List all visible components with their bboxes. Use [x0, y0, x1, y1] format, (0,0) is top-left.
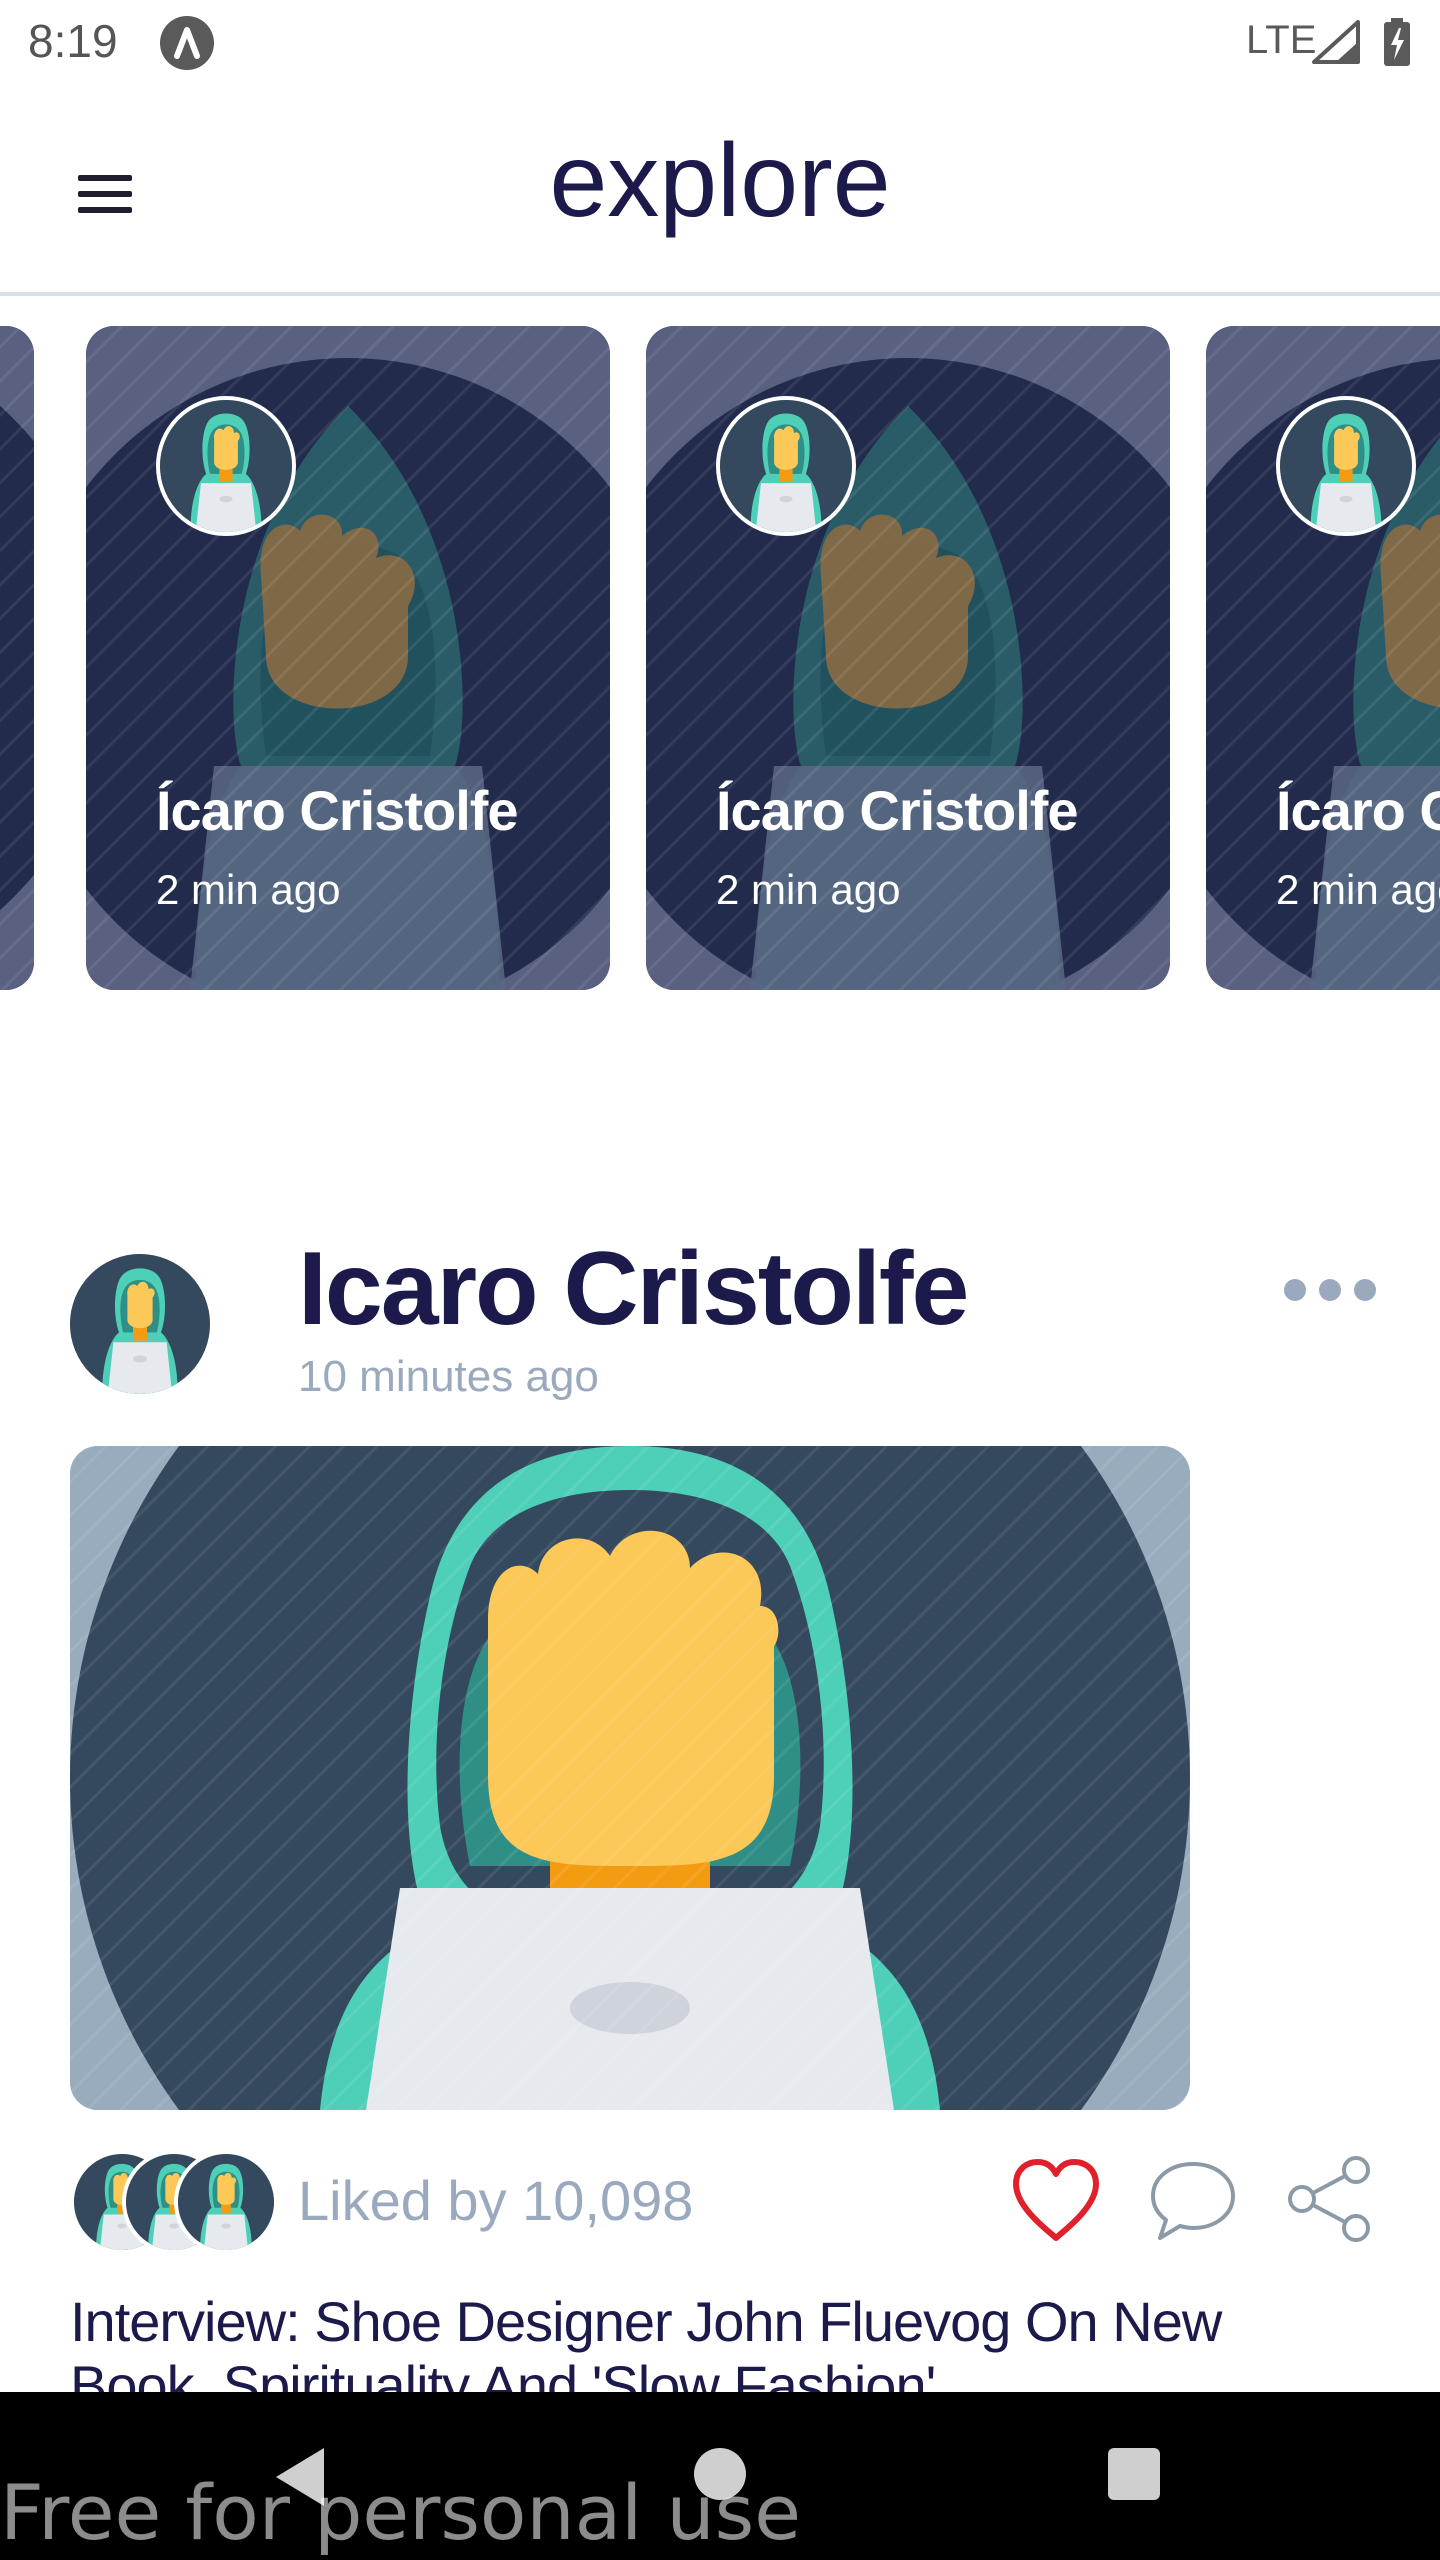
cell-signal-icon [1312, 20, 1360, 64]
app-bar: explore [0, 84, 1440, 296]
post-actions: Liked by 10,098 [0, 2140, 1440, 2260]
story-time: 2 min ago [156, 866, 341, 913]
story-author: Ícaro Cristolfe [716, 779, 1079, 842]
avatar[interactable] [1276, 396, 1416, 536]
status-time: 8:19 [28, 15, 118, 67]
story-time: 2 min ago [1276, 866, 1440, 913]
story-author: Ícaro Cristolfe [1276, 779, 1440, 842]
avatar[interactable] [156, 396, 296, 536]
stories-carousel[interactable]: Ícaro Cristolfe 2 min ago Ícaro Cristolf… [0, 326, 1440, 990]
comment-icon[interactable] [1148, 2158, 1238, 2244]
liked-by-count[interactable]: Liked by 10,098 [298, 2168, 693, 2233]
heart-icon[interactable] [1010, 2158, 1102, 2244]
watermark: Free for personal use [0, 2468, 801, 2557]
avatar[interactable] [716, 396, 856, 536]
battery-charging-icon [1384, 18, 1410, 66]
avatar [174, 2150, 278, 2254]
story-card[interactable]: Ícaro Cristolfe 2 min ago [646, 326, 1170, 990]
post-header: Icaro Cristolfe 10 minutes ago [0, 1230, 1440, 1430]
story-card[interactable] [0, 326, 34, 990]
app-notification-icon [160, 16, 214, 70]
post-image[interactable] [70, 1446, 1190, 2110]
story-card[interactable]: Ícaro Cristolfe 2 min ago [1206, 326, 1440, 990]
status-bar: 8:19 LTE [0, 0, 1440, 84]
page-title: explore [549, 123, 891, 239]
share-icon[interactable] [1284, 2154, 1374, 2244]
post-author[interactable]: Icaro Cristolfe [298, 1230, 969, 1349]
post-time: 10 minutes ago [298, 1352, 599, 1401]
story-author: Ícaro Cristolfe [156, 779, 519, 842]
avatar[interactable] [70, 1254, 210, 1394]
recents-icon[interactable] [1108, 2448, 1160, 2500]
more-options-icon[interactable] [1280, 1260, 1380, 1320]
liker-avatars[interactable] [70, 2150, 290, 2254]
story-card[interactable]: Ícaro Cristolfe 2 min ago [86, 326, 610, 990]
story-image [0, 326, 34, 990]
story-time: 2 min ago [716, 866, 901, 913]
network-type: LTE [1246, 18, 1317, 62]
